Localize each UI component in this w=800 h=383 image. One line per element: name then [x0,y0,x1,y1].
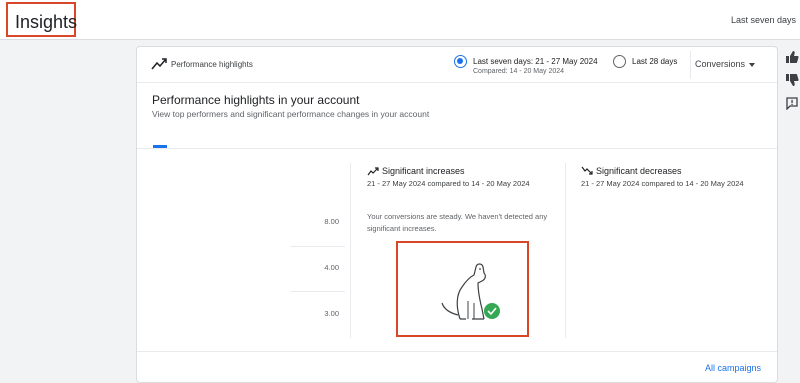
performance-highlights-card: Performance highlights Last seven days: … [136,46,778,383]
trending-down-icon [581,166,593,175]
footer-divider [137,351,777,352]
last-28-days-radio[interactable] [613,55,626,68]
chevron-down-icon [749,62,756,67]
thumbs-down-icon[interactable] [785,73,799,87]
chart-gridline [290,291,345,292]
compared-range-label: Compared: 14 - 20 May 2024 [473,68,565,75]
chart-gridline [290,246,345,247]
check-circle-icon [484,303,500,319]
date-range-label[interactable]: Last seven days [731,15,796,25]
header-divider [690,51,691,79]
card-header: Performance highlights Last seven days: … [137,47,777,83]
significant-decreases-title: Significant decreases [596,166,682,176]
significant-increases-title: Significant increases [382,166,465,176]
chart-tick-label: 4.00 [324,263,339,272]
column-divider [350,163,351,338]
trending-up-icon [367,167,379,176]
metric-dropdown[interactable]: Conversions [695,59,756,69]
dog-illustration [441,263,500,320]
decreases-date-range: 21 - 27 May 2024 compared to 14 - 20 May… [581,179,744,188]
chart-tick-label: 3.00 [324,309,339,318]
last-seven-days-radio[interactable] [454,55,467,68]
metric-dropdown-label: Conversions [695,59,746,69]
trending-up-icon [151,58,167,70]
section-heading: Performance highlights in your account [152,93,360,107]
increases-message: Your conversions are steady. We haven't … [367,212,548,233]
chart-tick-label: 8.00 [324,217,339,226]
thumbs-up-icon[interactable] [785,50,799,64]
section-divider [137,148,777,149]
top-bar: Insights Last seven days [0,0,800,40]
last-28-days-label[interactable]: Last 28 days [632,57,677,66]
page-title: Insights [6,2,77,37]
feedback-icon[interactable] [785,96,799,110]
column-divider [565,163,566,338]
section-subheading: View top performers and significant perf… [152,109,430,119]
increases-date-range: 21 - 27 May 2024 compared to 14 - 20 May… [367,179,530,188]
card-title: Performance highlights [171,60,253,69]
all-campaigns-link[interactable]: All campaigns [705,363,761,373]
last-seven-days-label[interactable]: Last seven days: 21 - 27 May 2024 [473,57,598,66]
illustration-highlight [396,241,529,337]
